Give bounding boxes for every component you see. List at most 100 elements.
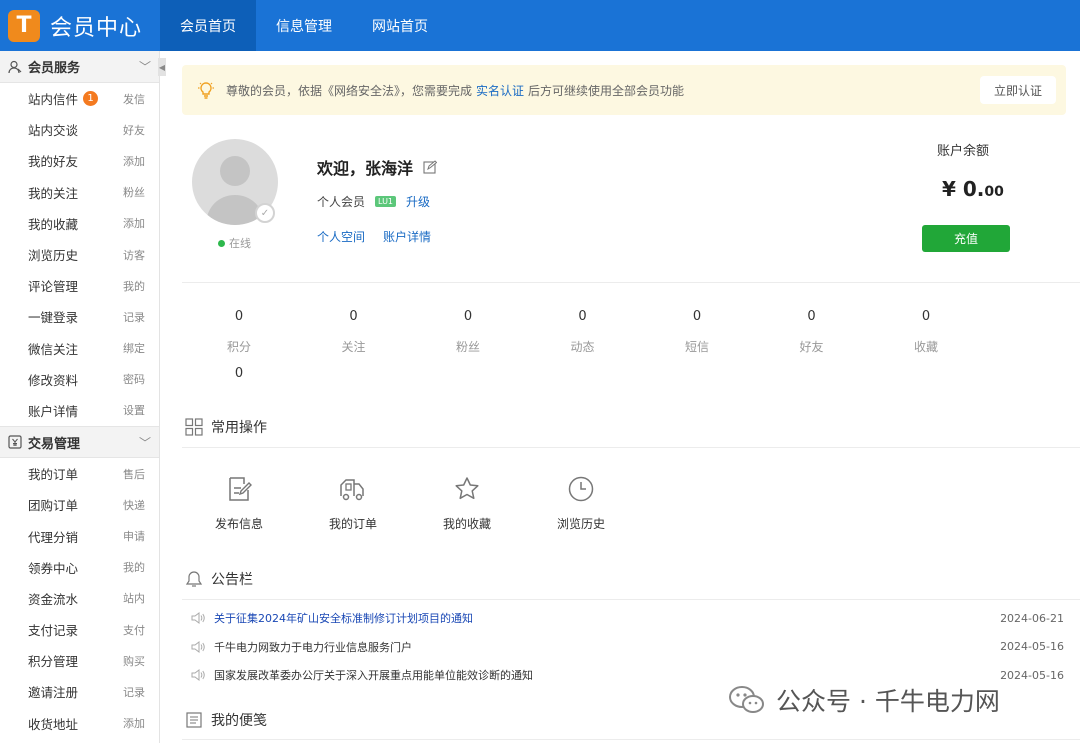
sidebar-item[interactable]: 支付记录 支付 <box>0 614 159 645</box>
sidebar-item-sublink[interactable]: 支付 <box>123 622 145 638</box>
stat-item[interactable]: 0 短信 <box>640 309 754 355</box>
stat-value: 0 <box>807 309 816 324</box>
nav-site-home[interactable]: 网站首页 <box>352 0 448 51</box>
sidebar-item[interactable]: 一键登录 记录 <box>0 301 159 332</box>
sidebar-item-sublink[interactable]: 申请 <box>123 528 145 544</box>
sidebar-group-title: 会员服务 <box>28 61 81 76</box>
member-type: 个人会员 <box>317 195 366 209</box>
sidebar-item-sublink[interactable]: 密码 <box>123 371 145 387</box>
sidebar-item[interactable]: 浏览历史 访客 <box>0 239 159 270</box>
chevron-down-icon[interactable]: ﹀ <box>139 58 151 75</box>
sidebar-item-label: 我的关注 <box>28 185 79 201</box>
sidebar-item[interactable]: 团购订单 快递 <box>0 489 159 520</box>
chevron-down-icon[interactable]: ﹀ <box>139 434 151 451</box>
edit-icon[interactable] <box>423 160 438 174</box>
sidebar-item[interactable]: 修改资料 密码 <box>0 364 159 395</box>
sidebar-item-sublink[interactable]: 记录 <box>123 309 145 325</box>
stat-item[interactable]: 0 好友 <box>755 309 869 355</box>
profile-card: ✓ 在线 欢迎，张海洋 个人会员 LU1 升级 个人空间 账户详情 账户余额 ¥… <box>182 137 1080 283</box>
real-name-link[interactable]: 实名认证 <box>476 82 524 99</box>
stat-item[interactable]: 0 积分 <box>182 309 296 355</box>
sidebar-item-label: 积分管理 <box>28 654 79 670</box>
bulletin-link[interactable]: 关于征集2024年矿山安全标准制修订计划项目的通知 <box>214 610 1000 626</box>
sidebar-item-sublink[interactable]: 站内 <box>123 590 145 606</box>
sidebar-item[interactable]: 积分管理 购买 <box>0 645 159 676</box>
sidebar-item-label: 一键登录 <box>28 310 79 326</box>
sidebar-item[interactable]: 站内交谈 好友 <box>0 114 159 145</box>
bulletin-row[interactable]: 千牛电力网致力于电力行业信息服务门户 2024-05-16 <box>190 638 1064 656</box>
sidebar-item-sublink[interactable]: 售后 <box>123 466 145 482</box>
divider <box>182 739 1080 740</box>
sidebar-item-sublink[interactable]: 绑定 <box>123 340 145 356</box>
user-icon <box>8 60 22 74</box>
welcome-text: 欢迎，张海洋 <box>317 159 414 178</box>
sidebar-item-sublink[interactable]: 发信 <box>123 91 145 107</box>
common-ops-title: 常用操作 <box>185 417 267 437</box>
sidebar-item-sublink[interactable]: 记录 <box>123 684 145 700</box>
bulletin-row[interactable]: 关于征集2024年矿山安全标准制修订计划项目的通知 2024-06-21 <box>190 609 1064 627</box>
note-icon <box>186 712 202 728</box>
sidebar-item-sublink[interactable]: 添加 <box>123 215 145 231</box>
grid-icon <box>185 418 203 436</box>
sidebar-item[interactable]: 代理分销 申请 <box>0 520 159 551</box>
sidebar-item[interactable]: 我的关注 粉丝 <box>0 177 159 208</box>
bell-icon <box>185 571 203 587</box>
sidebar-item[interactable]: 资金流水 站内 <box>0 583 159 614</box>
bulletin-date: 2024-05-16 <box>1000 668 1064 682</box>
nav-member-home[interactable]: 会员首页 <box>160 0 256 51</box>
sidebar-item-label: 我的订单 <box>28 467 79 483</box>
op-my-orders[interactable]: 我的订单 <box>296 475 410 532</box>
account-details-link[interactable]: 账户详情 <box>383 228 431 245</box>
sidebar-item[interactable]: 账户详情 设置 <box>0 395 159 426</box>
op-my-favorites[interactable]: 我的收藏 <box>410 475 524 532</box>
sidebar-item-sublink[interactable]: 我的 <box>123 278 145 294</box>
sidebar-item-sublink[interactable]: 好友 <box>123 122 145 138</box>
sidebar-collapse-handle[interactable]: ◀ <box>158 58 166 76</box>
sidebar-item-sublink[interactable]: 我的 <box>123 559 145 575</box>
upgrade-link[interactable]: 升级 <box>406 193 430 210</box>
stat-item[interactable]: 0 动态 <box>526 309 640 355</box>
sidebar-item-sublink[interactable]: 添加 <box>123 715 145 731</box>
sidebar-item[interactable]: 站内信件 1 发信 <box>0 83 159 114</box>
sidebar-item[interactable]: 我的订单 售后 <box>0 458 159 489</box>
sidebar-item-sublink[interactable]: 添加 <box>123 153 145 169</box>
sidebar-item-sublink[interactable]: 粉丝 <box>123 184 145 200</box>
brand-logo: T <box>8 9 40 42</box>
recharge-button[interactable]: 充值 <box>922 225 1010 252</box>
op-publish-info[interactable]: 发布信息 <box>182 475 296 532</box>
personal-space-link[interactable]: 个人空间 <box>317 228 365 245</box>
sidebar-item-label: 微信关注 <box>28 341 79 357</box>
section-title-text: 公告栏 <box>211 572 253 588</box>
sidebar-item-sublink[interactable]: 快递 <box>123 497 145 513</box>
sidebar-group-member-service[interactable]: 会员服务 ﹀ <box>0 51 159 83</box>
sidebar-item-sublink[interactable]: 购买 <box>123 653 145 669</box>
sidebar-item[interactable]: 收货地址 添加 <box>0 708 159 739</box>
nav-info-manage[interactable]: 信息管理 <box>256 0 352 51</box>
brand[interactable]: T 会员中心 <box>0 0 160 51</box>
sidebar-item[interactable]: 我的好友 添加 <box>0 145 159 176</box>
stat-item[interactable]: 0 粉丝 <box>411 309 525 355</box>
op-browse-history[interactable]: 浏览历史 <box>524 475 638 532</box>
sidebar-group-trade[interactable]: 交易管理 ﹀ <box>0 426 159 459</box>
stat-item[interactable]: 0 收藏 <box>869 309 983 355</box>
bulletin-link[interactable]: 千牛电力网致力于电力行业信息服务门户 <box>214 639 1000 655</box>
sidebar-item[interactable]: 评论管理 我的 <box>0 270 159 301</box>
bulletin-link[interactable]: 国家发展改革委办公厅关于深入开展重点用能单位能效诊断的通知 <box>214 667 1000 683</box>
sidebar-item[interactable]: 领券中心 我的 <box>0 552 159 583</box>
sidebar-item-label: 账户详情 <box>28 403 79 419</box>
notice-text: 尊敬的会员，依据《网络安全法》，您需要完成 <box>226 83 473 98</box>
wechat-watermark: 公众号 · 千牛电力网 <box>728 682 1000 718</box>
bulletin-date: 2024-06-21 <box>1000 611 1064 625</box>
stat-item[interactable]: 0 <box>182 366 296 395</box>
section-title-text: 常用操作 <box>211 420 267 436</box>
stat-label: 积分 <box>226 340 251 354</box>
sidebar-item[interactable]: 微信关注 绑定 <box>0 333 159 364</box>
verify-now-button[interactable]: 立即认证 <box>980 76 1056 104</box>
stat-item[interactable]: 0 关注 <box>297 309 411 355</box>
sidebar-item-sublink[interactable]: 设置 <box>123 402 145 418</box>
sidebar-item-label: 团购订单 <box>28 498 79 514</box>
stat-value: 0 <box>921 309 931 324</box>
sidebar-item-sublink[interactable]: 访客 <box>123 247 145 263</box>
sidebar-item[interactable]: 我的收藏 添加 <box>0 208 159 239</box>
sidebar-item[interactable]: 邀请注册 记录 <box>0 676 159 707</box>
